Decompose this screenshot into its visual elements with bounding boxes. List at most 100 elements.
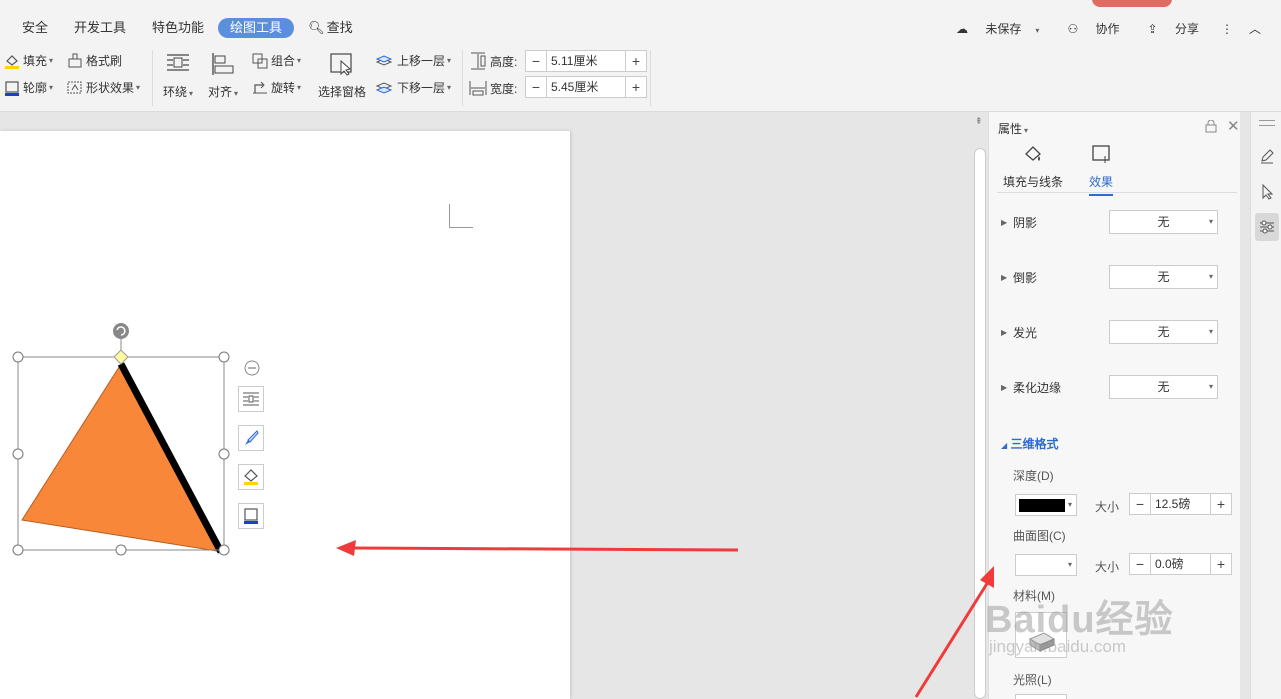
width-stepper[interactable]: − 5.45厘米 + [525, 76, 647, 98]
width-input[interactable]: 5.45厘米 [546, 77, 626, 97]
depth-color-picker[interactable]: ▾ [1015, 494, 1077, 516]
chevron-down-icon: ▾ [234, 89, 239, 98]
selection-pane-label: 选择窗格 [318, 85, 367, 99]
resize-handle[interactable] [12, 351, 24, 363]
chevron-down-icon: ▾ [189, 89, 194, 98]
unsaved-button[interactable]: ☁ 未保存 ▾ [942, 20, 1039, 37]
expand-arrow-icon: ▶ [1001, 382, 1008, 392]
resize-handle[interactable] [218, 544, 230, 556]
tab-special-features[interactable]: 特色功能 [140, 18, 216, 38]
rail-properties-button[interactable] [1255, 213, 1279, 241]
adjust-handle[interactable] [113, 349, 129, 365]
tab-effects[interactable]: 效果 [1089, 144, 1114, 196]
height-input[interactable]: 5.11厘米 [546, 51, 626, 71]
width-field-label: 宽度: [469, 79, 517, 97]
rail-edit-button[interactable] [1255, 142, 1279, 170]
fill-button[interactable]: 填充 ▾ [4, 52, 53, 69]
tab-find[interactable]: 🔍︎ 查找 [296, 18, 365, 38]
tab-developer-tools[interactable]: 开发工具 [62, 18, 138, 38]
depth-size-stepper[interactable]: − 12.5磅 + [1129, 493, 1232, 515]
align-icon [212, 53, 234, 75]
ribbon-tabs: 安全 开发工具 特色功能 绘图工具 🔍︎ 查找 [10, 18, 367, 38]
selection-pane-button[interactable]: 选择窗格 [318, 52, 366, 100]
scroll-top-icon[interactable]: ⇞ [975, 116, 983, 127]
quick-outline-button[interactable] [238, 503, 264, 529]
resize-handle[interactable] [12, 448, 24, 460]
depth-size-increment[interactable]: + [1211, 496, 1231, 512]
depth-size-input[interactable]: 12.5磅 [1150, 494, 1211, 514]
resize-handle[interactable] [218, 448, 230, 460]
resize-handle[interactable] [218, 351, 230, 363]
lighting-picker[interactable] [1015, 694, 1067, 699]
effects-icon [1092, 145, 1110, 163]
shape-effect-button[interactable]: 形状效果 ▾ [67, 79, 140, 96]
width-increment-button[interactable]: + [626, 77, 646, 97]
contour-size-decrement[interactable]: − [1130, 556, 1150, 572]
height-decrement-button[interactable]: − [526, 51, 546, 71]
group-button[interactable]: 组合 ▾ [252, 52, 301, 69]
toolbar-divider [650, 50, 651, 106]
bring-forward-button[interactable]: 上移一层 ▾ [376, 52, 451, 69]
chevron-down-icon: ▾ [1067, 500, 1072, 509]
group-icon [252, 53, 268, 68]
glow-select[interactable]: 无 ▾ [1109, 320, 1218, 344]
triangle-shape[interactable] [21, 363, 224, 553]
contour-size-input[interactable]: 0.0磅 [1150, 554, 1211, 574]
align-button[interactable]: 对齐 ▾ [208, 52, 238, 100]
group-label: 组合 [271, 54, 296, 68]
tab-security[interactable]: 安全 [10, 18, 60, 38]
rail-select-button[interactable] [1255, 178, 1279, 206]
contour-size-stepper[interactable]: − 0.0磅 + [1129, 553, 1232, 575]
lock-icon[interactable] [1205, 119, 1217, 136]
height-increment-button[interactable]: + [626, 51, 646, 71]
expand-arrow-icon: ▶ [1001, 272, 1008, 282]
contour-size-increment[interactable]: + [1211, 556, 1231, 572]
height-label: 高度: [490, 54, 518, 69]
user-badge[interactable] [1092, 0, 1172, 7]
wrap-button[interactable]: 环绕 ▾ [163, 52, 193, 100]
quick-fill-button[interactable] [238, 464, 264, 490]
brush-icon [245, 430, 259, 445]
outline-button[interactable]: 轮廓 ▾ [4, 79, 53, 96]
resize-handle[interactable] [12, 544, 24, 556]
depth-size-decrement[interactable]: − [1130, 496, 1150, 512]
soft-edges-select[interactable]: 无 ▾ [1109, 375, 1218, 399]
depth-size-label: 大小 [1095, 500, 1120, 514]
width-decrement-button[interactable]: − [526, 77, 546, 97]
format-brush-icon [68, 53, 82, 67]
collapse-ribbon-icon[interactable]: ︿ [1249, 20, 1261, 37]
shadow-select[interactable]: 无 ▾ [1109, 210, 1218, 234]
contour-color-picker[interactable]: ▾ [1015, 554, 1077, 576]
more-icon[interactable]: ⋮ [1221, 22, 1233, 36]
height-stepper[interactable]: − 5.11厘米 + [525, 50, 647, 72]
shape-effect-label: 形状效果 [86, 81, 135, 95]
wrap-text-icon [243, 392, 259, 406]
effect-label: 发光 [1013, 325, 1038, 340]
contour-color-swatch [1019, 559, 1065, 572]
panel-title: 属性 [998, 122, 1023, 136]
share-button[interactable]: ⇪ 分享 [1134, 20, 1199, 37]
panel-title-button[interactable]: 属性 ▾ [998, 120, 1028, 137]
fill-bucket-icon [5, 54, 19, 69]
height-icon [471, 52, 486, 70]
document-canvas[interactable] [0, 112, 972, 699]
format-brush-button[interactable]: 格式刷 [67, 52, 122, 69]
title-strip [0, 0, 1281, 8]
three-d-format-header[interactable]: ◢ 三维格式 [1001, 435, 1059, 452]
chevron-down-icon: ▾ [49, 83, 54, 92]
bring-forward-label: 上移一层 [397, 54, 446, 68]
rotate-button[interactable]: 旋转 ▾ [252, 79, 301, 96]
close-icon[interactable]: ✕ [1227, 117, 1240, 135]
reflection-select[interactable]: 无 ▾ [1109, 265, 1218, 289]
quick-wrap-button[interactable] [238, 386, 264, 412]
wrap-label: 环绕 [163, 85, 188, 99]
quick-style-button[interactable] [238, 425, 264, 451]
right-icon-rail [1250, 112, 1281, 699]
outline-label: 轮廓 [23, 81, 48, 95]
resize-handle[interactable] [115, 544, 127, 556]
tab-fill-and-line[interactable]: 填充与线条 [1003, 144, 1063, 190]
send-backward-button[interactable]: 下移一层 ▾ [376, 79, 451, 96]
rotate-handle[interactable] [113, 323, 129, 339]
tab-drawing-tools[interactable]: 绘图工具 [218, 18, 295, 38]
collab-button[interactable]: ⚇ 协作 [1053, 20, 1119, 37]
